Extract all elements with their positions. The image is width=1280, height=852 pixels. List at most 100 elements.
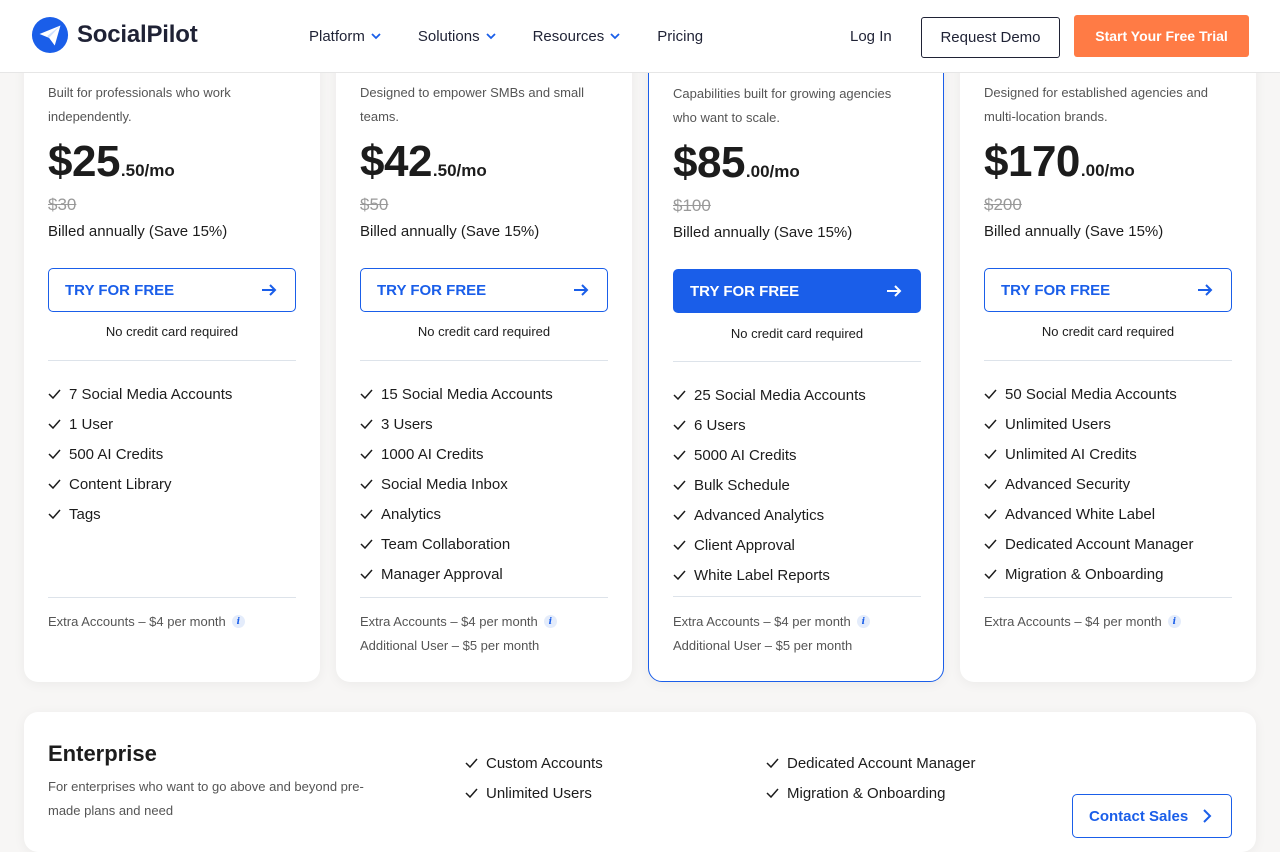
feature-item: Analytics <box>360 499 553 529</box>
plan-card-1: Built for professionals who work indepen… <box>24 40 320 682</box>
nav-resources-label: Resources <box>532 27 605 45</box>
divider <box>673 596 921 597</box>
feature-item: Unlimited AI Credits <box>984 439 1193 469</box>
nav-platform-label: Platform <box>309 27 365 45</box>
info-icon[interactable]: i <box>543 615 557 628</box>
feature-item: Custom Accounts <box>465 748 603 778</box>
divider <box>673 361 921 362</box>
extra-label: Extra Accounts – $4 per month <box>984 614 1162 629</box>
extra-label: Extra Accounts – $4 per month <box>360 614 538 629</box>
check-icon <box>766 758 779 768</box>
feature-label: 15 Social Media Accounts <box>381 385 553 403</box>
plan-price: $85 .00/mo <box>673 138 800 188</box>
main-nav: Platform Solutions Resources Pricing <box>309 0 740 72</box>
feature-label: Custom Accounts <box>486 754 603 772</box>
plan-card-3: Capabilities built for growing agencies … <box>648 38 944 682</box>
try-for-free-button[interactable]: TRY FOR FREE <box>673 269 921 313</box>
plan-price: $25 .50/mo <box>48 137 175 187</box>
nav-platform[interactable]: Platform <box>309 28 381 45</box>
feature-item: 15 Social Media Accounts <box>360 379 553 409</box>
arrow-right-icon <box>887 285 902 297</box>
extra-accounts-note: Extra Accounts – $4 per month i <box>673 614 870 629</box>
feature-label: Content Library <box>69 475 172 493</box>
check-icon <box>984 419 997 429</box>
divider <box>360 597 608 598</box>
feature-item: Dedicated Account Manager <box>984 529 1193 559</box>
check-icon <box>360 569 373 579</box>
plan-card-2: Designed to empower SMBs and small teams… <box>336 40 632 682</box>
check-icon <box>673 510 686 520</box>
check-icon <box>673 570 686 580</box>
feature-label: Migration & Onboarding <box>1005 565 1164 583</box>
old-price: $200 <box>984 195 1022 214</box>
price-main: $170 <box>984 137 1080 186</box>
feature-label: 5000 AI Credits <box>694 446 797 464</box>
check-icon <box>360 449 373 459</box>
price-main: $25 <box>48 137 120 186</box>
additional-user-note: Additional User – $5 per month <box>360 638 539 653</box>
info-icon[interactable]: i <box>231 615 245 628</box>
divider <box>48 597 296 598</box>
no-credit-card-note: No credit card required <box>730 326 864 341</box>
site-header: SocialPilot Platform Solutions Resources… <box>0 0 1280 73</box>
feature-label: White Label Reports <box>694 566 830 584</box>
check-icon <box>766 788 779 798</box>
info-icon[interactable]: i <box>1167 615 1181 628</box>
check-icon <box>673 450 686 460</box>
price-cents: .00/mo <box>1080 161 1135 180</box>
billing-note: Billed annually (Save 15%) <box>48 223 228 240</box>
try-for-free-button[interactable]: TRY FOR FREE <box>984 268 1232 312</box>
contact-sales-button[interactable]: Contact Sales <box>1072 794 1232 838</box>
try-for-free-button[interactable]: TRY FOR FREE <box>360 268 608 312</box>
plan-card-4: Designed for established agencies and mu… <box>960 40 1256 682</box>
feature-list: 25 Social Media Accounts 6 Users 5000 AI… <box>673 380 866 590</box>
feature-item: Manager Approval <box>360 559 553 589</box>
extra-label: Additional User – $5 per month <box>360 638 540 653</box>
feature-label: 6 Users <box>694 416 746 434</box>
check-icon <box>360 509 373 519</box>
feature-item: Migration & Onboarding <box>984 559 1193 589</box>
feature-label: Manager Approval <box>381 565 503 583</box>
plan-description: Capabilities built for growing agencies … <box>673 86 892 125</box>
request-demo-button[interactable]: Request Demo <box>921 17 1060 58</box>
feature-item: White Label Reports <box>673 560 866 590</box>
plan-price: $42 .50/mo <box>360 137 487 187</box>
extra-accounts-note: Extra Accounts – $4 per month i <box>360 614 557 629</box>
chevron-right-icon <box>1203 809 1212 823</box>
check-icon <box>984 449 997 459</box>
plan-description: Designed to empower SMBs and small teams… <box>360 85 584 124</box>
feature-item: Bulk Schedule <box>673 470 866 500</box>
nav-resources[interactable]: Resources <box>533 28 621 45</box>
billing-note: Billed annually (Save 15%) <box>673 224 853 241</box>
brand-logo[interactable]: SocialPilot <box>31 16 198 54</box>
brand-name: SocialPilot <box>77 21 198 48</box>
feature-label: Client Approval <box>694 536 795 554</box>
feature-label: Unlimited AI Credits <box>1005 445 1137 463</box>
nav-solutions[interactable]: Solutions <box>418 28 496 45</box>
info-icon[interactable]: i <box>856 615 870 628</box>
feature-item: 7 Social Media Accounts <box>48 379 232 409</box>
start-free-trial-button[interactable]: Start Your Free Trial <box>1074 15 1249 57</box>
price-main: $42 <box>360 137 432 186</box>
enterprise-description: For enterprises who want to go above and… <box>48 779 364 818</box>
plan-description: Designed for established agencies and mu… <box>984 85 1209 124</box>
extra-label: Extra Accounts – $4 per month <box>673 614 851 629</box>
check-icon <box>465 788 478 798</box>
feature-item: Migration & Onboarding <box>766 778 975 808</box>
feature-label: 1000 AI Credits <box>381 445 484 463</box>
no-credit-card-note: No credit card required <box>105 324 239 339</box>
feature-item: Advanced White Label <box>984 499 1193 529</box>
login-link[interactable]: Log In <box>850 28 892 45</box>
check-icon <box>360 479 373 489</box>
check-icon <box>673 390 686 400</box>
contact-sales-label: Contact Sales <box>1089 807 1189 825</box>
feature-item: Client Approval <box>673 530 866 560</box>
feature-label: 1 User <box>69 415 114 433</box>
feature-item: Advanced Security <box>984 469 1193 499</box>
try-for-free-button[interactable]: TRY FOR FREE <box>48 268 296 312</box>
check-icon <box>984 389 997 399</box>
feature-label: 7 Social Media Accounts <box>69 385 233 403</box>
try-for-free-label: TRY FOR FREE <box>1001 281 1111 299</box>
nav-pricing[interactable]: Pricing <box>657 28 703 45</box>
old-price: $50 <box>360 195 389 214</box>
